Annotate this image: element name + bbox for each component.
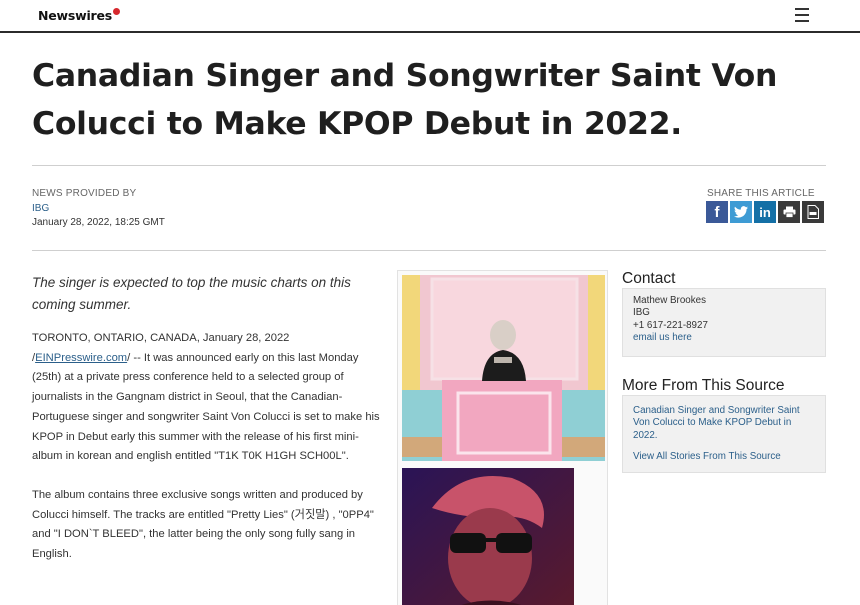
related-story-link[interactable]: Canadian Singer and Songwriter Saint Von… — [633, 405, 815, 442]
article-title: Canadian Singer and Songwriter Saint Von… — [32, 58, 778, 142]
newswires-logo[interactable]: Newswires — [38, 8, 121, 23]
twitter-share-button[interactable] — [730, 201, 752, 223]
contact-phone: +1 617-221-8927 — [633, 319, 708, 331]
facebook-icon: f — [714, 203, 720, 221]
view-all-stories-link[interactable]: View All Stories From This Source — [633, 451, 815, 463]
linkedin-icon: in — [759, 204, 771, 220]
photo-pink-room-image — [402, 275, 605, 461]
article-paragraph: TORONTO, ONTARIO, CANADA, January 28, 20… — [32, 329, 388, 467]
share-label: SHARE THIS ARTICLE — [707, 188, 815, 199]
menu-icon — [795, 20, 809, 22]
menu-icon — [795, 8, 809, 10]
print-button[interactable] — [778, 201, 800, 223]
print-icon — [783, 206, 795, 218]
linkedin-share-button[interactable]: in — [754, 201, 776, 223]
top-navbar: Newswires — [0, 0, 860, 33]
share-buttons: f in — [706, 201, 824, 223]
contact-box: Mathew Brookes IBG +1 617-221-8927 email… — [622, 288, 826, 357]
article-paragraph: The album contains three exclusive songs… — [32, 488, 374, 561]
logo-text: Newswires — [38, 8, 113, 23]
pdf-download-button[interactable] — [802, 201, 824, 223]
press-photo-pink-room[interactable] — [402, 275, 605, 461]
logo-dot-icon — [113, 8, 121, 15]
einpresswire-link[interactable]: EINPresswire.com — [35, 352, 127, 364]
divider — [32, 250, 826, 251]
contact-heading: Contact — [622, 270, 676, 287]
press-photo-portrait[interactable] — [402, 468, 574, 605]
provider-link[interactable]: IBG — [32, 203, 49, 214]
pdf-icon — [807, 205, 819, 219]
photo-portrait-image — [402, 468, 574, 605]
menu-icon — [795, 14, 809, 16]
contact-name: Mathew Brookes — [633, 295, 706, 306]
contact-org: IBG — [633, 307, 650, 319]
more-from-source-box: Canadian Singer and Songwriter Saint Von… — [622, 395, 826, 473]
facebook-share-button[interactable]: f — [706, 201, 728, 223]
article-body: The singer is expected to top the music … — [32, 272, 388, 584]
email-us-link[interactable]: email us here — [633, 332, 815, 344]
twitter-icon — [734, 206, 748, 218]
news-provided-label: NEWS PROVIDED BY — [32, 188, 137, 199]
article-lede: The singer is expected to top the music … — [32, 275, 351, 312]
more-from-source-heading: More From This Source — [622, 377, 785, 394]
photo-gallery — [397, 270, 608, 605]
divider — [32, 165, 826, 166]
paragraph-text: / -- It was announced early on this last… — [32, 351, 380, 463]
publish-date: January 28, 2022, 18:25 GMT — [32, 217, 165, 228]
hamburger-menu-button[interactable] — [794, 6, 810, 24]
